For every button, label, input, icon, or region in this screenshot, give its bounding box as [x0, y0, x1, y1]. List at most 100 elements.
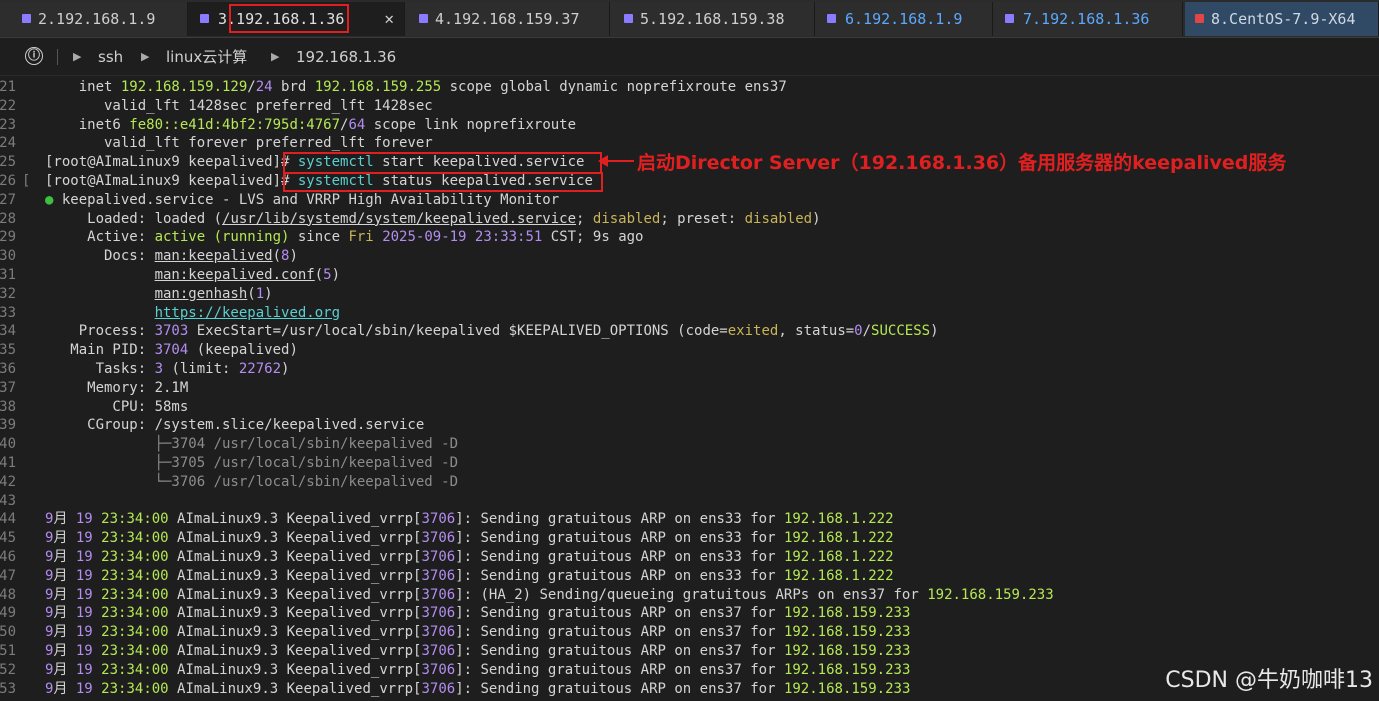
- line-text: [root@AImaLinux9 keepalived]# systemctl …: [45, 154, 585, 171]
- terminal-tab-icon: [1195, 14, 1204, 23]
- line-number: 26: [0, 173, 16, 189]
- divider: [57, 49, 58, 65]
- terminal-line: 40 ├─3704 /usr/local/sbin/keepalived -D: [0, 435, 1379, 454]
- terminal-line: 23 inet6 fe80::e41d:4bf2:795d:4767/64 sc…: [0, 116, 1379, 135]
- watermark: CSDN @牛奶咖啡13: [1165, 668, 1373, 693]
- line-number: 48: [0, 586, 16, 603]
- terminal-tab-icon: [419, 14, 428, 23]
- line-text: 9月 19 23:34:00 AImaLinux9.3 Keepalived_v…: [45, 586, 1054, 603]
- line-text: [root@AImaLinux9 keepalived]# systemctl …: [45, 173, 593, 189]
- line-number: 50: [0, 624, 16, 641]
- terminal-tab-icon: [200, 14, 209, 23]
- line-number: 35: [0, 342, 16, 359]
- terminal-tab-icon: [22, 14, 31, 23]
- line-text: man:keepalived.conf(5): [154, 267, 341, 283]
- fold-marker[interactable]: [: [22, 172, 30, 191]
- line-number: 24: [0, 135, 16, 152]
- terminal-line: 35 Main PID: 3704 (keepalived): [0, 341, 1379, 360]
- terminal-line: 47 9月 19 23:34:00 AImaLinux9.3 Keepalived…: [0, 567, 1379, 586]
- terminal-line: 27 ● keepalived.service - LVS and VRRP Hi…: [0, 191, 1379, 210]
- tab-label: 6.192.168.1.9: [845, 10, 963, 28]
- terminal-line: 29 Active: active (running) since Fri 20…: [0, 228, 1379, 247]
- terminal-line: 51 9月 19 23:34:00 AImaLinux9.3 Keepalived…: [0, 642, 1379, 661]
- terminal-tab-icon: [624, 14, 633, 23]
- terminal-line: 32 man:genhash(1): [0, 285, 1379, 304]
- tab-label: 7.192.168.1.36: [1023, 10, 1150, 28]
- line-text: 9月 19 23:34:00 AImaLinux9.3 Keepalived_v…: [45, 624, 911, 641]
- terminal-line: 44 9月 19 23:34:00 AImaLinux9.3 Keepalived…: [0, 510, 1379, 529]
- tab-label: 3.192.168.1.36: [218, 10, 345, 28]
- breadcrumb: ⓘ ▶ ssh ▶ linux云计算 ▶ 192.168.1.36: [0, 38, 1379, 76]
- line-number: 52: [0, 661, 16, 678]
- line-text: valid_lft 1428sec preferred_lft 1428sec: [45, 97, 433, 114]
- terminal-line: 34 Process: 3703 ExecStart=/usr/local/sb…: [0, 322, 1379, 341]
- breadcrumb-item-folder[interactable]: linux云计算: [166, 38, 247, 76]
- line-text: 9月 19 23:34:00 AImaLinux9.3 Keepalived_v…: [45, 605, 911, 622]
- tab-192-168-1-9[interactable]: 2.192.168.1.9: [0, 2, 188, 36]
- line-number: 49: [0, 605, 16, 622]
- terminal-line: 50 9月 19 23:34:00 AImaLinux9.3 Keepalived…: [0, 623, 1379, 642]
- line-text: 9月 19 23:34:00 AImaLinux9.3 Keepalived_v…: [45, 567, 894, 584]
- chevron-right-icon: ▶: [271, 50, 280, 63]
- line-text: ├─3704 /usr/local/sbin/keepalived -D: [154, 436, 459, 453]
- terminal-line: 36 Tasks: 3 (limit: 22762): [0, 360, 1379, 379]
- line-text: Process: 3703 ExecStart=/usr/local/sbin/…: [45, 323, 939, 340]
- line-text: CPU: 58ms: [45, 398, 189, 415]
- line-text: https://keepalived.org: [154, 304, 341, 321]
- line-text: Tasks: 3 (limit: 22762): [45, 361, 290, 377]
- terminal-line: 33 https://keepalived.org: [0, 304, 1379, 323]
- terminal-line: 38 CPU: 58ms: [0, 398, 1379, 417]
- line-text: └─3706 /usr/local/sbin/keepalived -D: [154, 473, 459, 490]
- line-number: 33: [0, 304, 16, 321]
- terminal-line: 42 └─3706 /usr/local/sbin/keepalived -D: [0, 473, 1379, 492]
- terminal-line: 45 9月 19 23:34:00 AImaLinux9.3 Keepalived…: [0, 529, 1379, 548]
- line-number: 22: [0, 97, 16, 114]
- line-text: Loaded: loaded (/usr/lib/systemd/system/…: [45, 210, 821, 227]
- line-text: 9月 19 23:34:00 AImaLinux9.3 Keepalived_v…: [45, 530, 894, 547]
- tab-192-168-1-36-second[interactable]: 7.192.168.1.36: [993, 2, 1183, 36]
- line-number: 28: [0, 210, 16, 227]
- line-text: 9月 19 23:34:00 AImaLinux9.3 Keepalived_v…: [45, 549, 894, 565]
- annotation-arrow-icon: [598, 155, 634, 167]
- line-number: 27: [0, 191, 16, 208]
- tab-192-168-1-9-second[interactable]: 6.192.168.1.9: [815, 2, 993, 36]
- info-icon[interactable]: ⓘ: [25, 47, 43, 65]
- terminal-line: 31 man:keepalived.conf(5): [0, 266, 1379, 285]
- line-text: 9月 19 23:34:00 AImaLinux9.3 Keepalived_v…: [45, 680, 911, 697]
- tab-label: 4.192.168.159.37: [435, 10, 580, 28]
- line-number: 42: [0, 473, 16, 490]
- line-text: valid_lft forever preferred_lft forever: [45, 135, 433, 152]
- line-number: 40: [0, 436, 16, 453]
- line-number: 53: [0, 680, 16, 697]
- line-number: 37: [0, 379, 16, 396]
- breadcrumb-item-host[interactable]: 192.168.1.36: [296, 38, 396, 76]
- line-number: 23: [0, 116, 16, 133]
- terminal-line: 46 9月 19 23:34:00 AImaLinux9.3 Keepalived…: [0, 548, 1379, 567]
- line-number: 25: [0, 154, 16, 171]
- line-number: 29: [0, 229, 16, 246]
- terminal-tab-icon: [1005, 14, 1014, 23]
- close-icon[interactable]: ✕: [384, 2, 394, 36]
- line-number: 47: [0, 567, 16, 584]
- terminal-tab-icon: [827, 14, 836, 23]
- tab-192-168-1-36[interactable]: 3.192.168.1.36 ✕: [188, 2, 405, 36]
- chevron-right-icon: ▶: [141, 50, 150, 63]
- line-number: 21: [0, 79, 16, 95]
- line-text: Main PID: 3704 (keepalived): [45, 342, 298, 359]
- line-number: 34: [0, 323, 16, 340]
- breadcrumb-item-ssh[interactable]: ssh: [98, 38, 123, 76]
- line-text: Docs: man:keepalived(8): [45, 248, 298, 265]
- tab-192-168-159-38[interactable]: 5.192.168.159.38: [610, 2, 815, 36]
- terminal-line: 28 Loaded: loaded (/usr/lib/systemd/syst…: [0, 210, 1379, 229]
- terminal-line: 39 CGroup: /system.slice/keepalived.serv…: [0, 416, 1379, 435]
- terminal-line: 22 valid_lft 1428sec preferred_lft 1428s…: [0, 97, 1379, 116]
- tab-192-168-159-37[interactable]: 4.192.168.159.37: [405, 2, 610, 36]
- tab-bar: 2.192.168.1.9 3.192.168.1.36 ✕ 4.192.168…: [0, 0, 1379, 38]
- tab-label: 5.192.168.159.38: [640, 10, 785, 28]
- terminal-line: 37 Memory: 2.1M: [0, 379, 1379, 398]
- tab-centos[interactable]: 8.CentOS-7.9-X64: [1185, 2, 1379, 36]
- line-number: 43: [0, 492, 16, 509]
- line-text: inet6 fe80::e41d:4bf2:795d:4767/64 scope…: [45, 116, 577, 133]
- line-number: 31: [0, 267, 16, 283]
- line-text: man:genhash(1): [154, 285, 273, 302]
